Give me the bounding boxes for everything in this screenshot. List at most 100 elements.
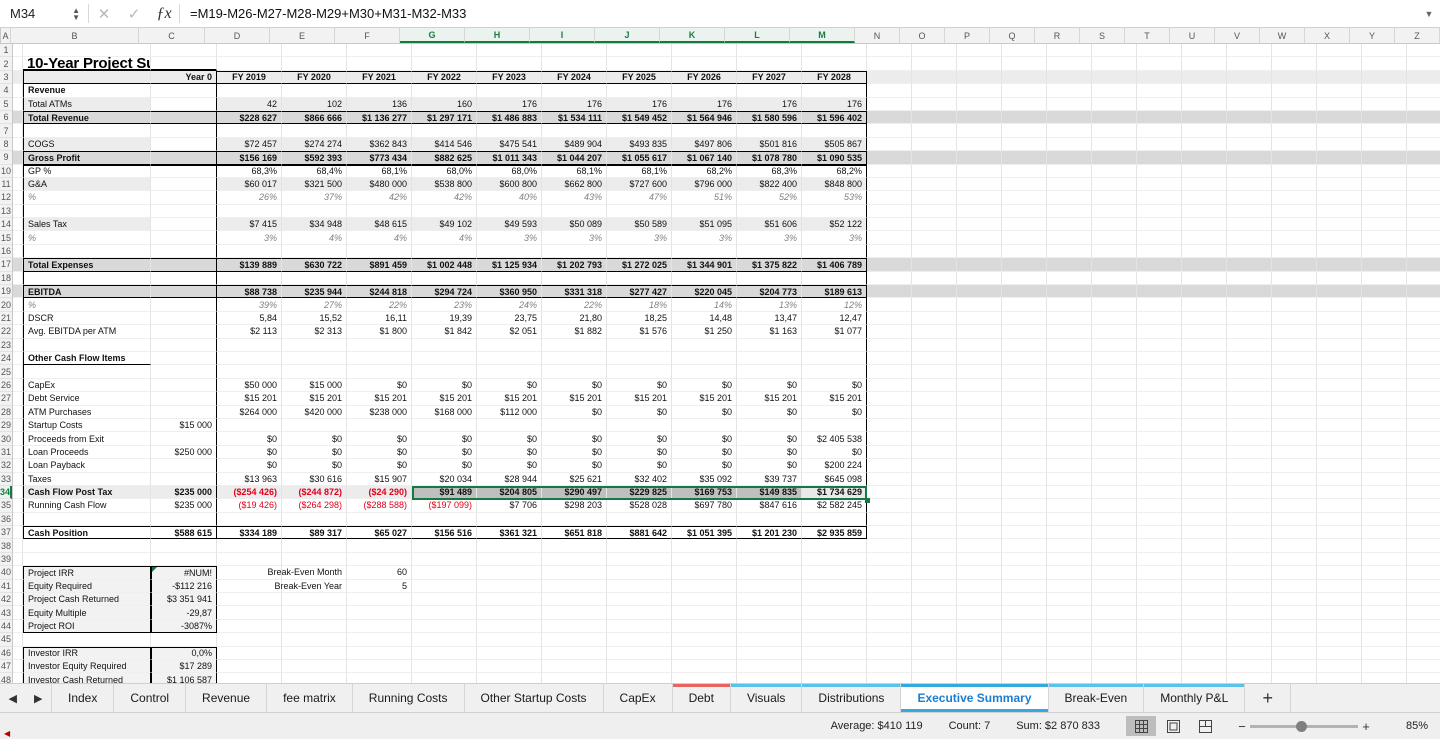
cell-O30[interactable]: [912, 432, 957, 445]
cell-V43[interactable]: [1227, 606, 1272, 619]
cell-C1[interactable]: [151, 44, 217, 57]
cell-N17[interactable]: [867, 258, 912, 271]
cell-X22[interactable]: [1317, 325, 1362, 338]
cell-Z22[interactable]: [1407, 325, 1440, 338]
cell-V4[interactable]: [1227, 84, 1272, 97]
cell-C46[interactable]: 0,0%: [151, 647, 217, 660]
cell-S4[interactable]: [1092, 84, 1137, 97]
cell-G17[interactable]: $1 002 448: [412, 258, 477, 271]
cell-Z27[interactable]: [1407, 392, 1440, 405]
formula-input[interactable]: =M19-M26-M27-M28-M29+M30+M31-M32-M33: [180, 0, 1418, 27]
cell-K39[interactable]: [672, 553, 737, 566]
cell-K9[interactable]: $1 067 140: [672, 151, 737, 164]
cell-D9[interactable]: $156 169: [217, 151, 282, 164]
cell-G37[interactable]: $156 516: [412, 526, 477, 539]
cell-Q19[interactable]: [1002, 285, 1047, 298]
cell-Y9[interactable]: [1362, 151, 1407, 164]
cell-A9[interactable]: [13, 151, 23, 164]
cell-C17[interactable]: [151, 258, 217, 271]
cell-R27[interactable]: [1047, 392, 1092, 405]
cell-B21[interactable]: DSCR: [23, 312, 151, 325]
cell-N35[interactable]: [867, 499, 912, 512]
cell-Q3[interactable]: [1002, 71, 1047, 84]
column-header-h[interactable]: H: [465, 28, 530, 43]
cell-P43[interactable]: [957, 606, 1002, 619]
cell-B37[interactable]: Cash Position: [23, 526, 151, 539]
cell-B15[interactable]: %: [23, 231, 151, 244]
cell-S8[interactable]: [1092, 138, 1137, 151]
page-break-view-button[interactable]: [1190, 716, 1220, 736]
cell-M35[interactable]: $2 582 245: [802, 499, 867, 512]
cell-W31[interactable]: [1272, 446, 1317, 459]
cell-H41[interactable]: [477, 580, 542, 593]
cell-U3[interactable]: [1182, 71, 1227, 84]
cell-Y44[interactable]: [1362, 620, 1407, 633]
cell-T46[interactable]: [1137, 647, 1182, 660]
cell-R48[interactable]: [1047, 673, 1092, 683]
cell-X38[interactable]: [1317, 539, 1362, 552]
cell-I2[interactable]: [542, 57, 607, 70]
cell-O46[interactable]: [912, 647, 957, 660]
grid-cells[interactable]: 10-Year Project SummaryYear 0FY 2019FY 2…: [13, 44, 1440, 683]
cell-U33[interactable]: [1182, 473, 1227, 486]
cell-O25[interactable]: [912, 365, 957, 378]
cell-R32[interactable]: [1047, 459, 1092, 472]
cell-G43[interactable]: [412, 606, 477, 619]
cell-B30[interactable]: Proceeds from Exit: [23, 432, 151, 445]
cell-O16[interactable]: [912, 245, 957, 258]
cell-Z3[interactable]: [1407, 71, 1440, 84]
cell-Y27[interactable]: [1362, 392, 1407, 405]
cell-B32[interactable]: Loan Payback: [23, 459, 151, 472]
cell-N16[interactable]: [867, 245, 912, 258]
selection-fill-handle[interactable]: [865, 498, 870, 503]
cell-J16[interactable]: [607, 245, 672, 258]
cell-V45[interactable]: [1227, 633, 1272, 646]
cell-K12[interactable]: 51%: [672, 191, 737, 204]
cell-C9[interactable]: [151, 151, 217, 164]
cell-F22[interactable]: $1 800: [347, 325, 412, 338]
cell-R16[interactable]: [1047, 245, 1092, 258]
cell-R3[interactable]: [1047, 71, 1092, 84]
row-header-42[interactable]: 42: [0, 593, 12, 606]
cell-H34[interactable]: $204 805: [477, 486, 542, 499]
cell-R37[interactable]: [1047, 526, 1092, 539]
cell-T20[interactable]: [1137, 298, 1182, 311]
cell-U15[interactable]: [1182, 231, 1227, 244]
cell-K37[interactable]: $1 051 395: [672, 526, 737, 539]
cell-M25[interactable]: [802, 365, 867, 378]
cell-A48[interactable]: [13, 673, 23, 683]
cell-P6[interactable]: [957, 111, 1002, 124]
cell-L21[interactable]: 13,47: [737, 312, 802, 325]
cell-D28[interactable]: $264 000: [217, 406, 282, 419]
cell-S17[interactable]: [1092, 258, 1137, 271]
cell-H11[interactable]: $600 800: [477, 178, 542, 191]
cell-W3[interactable]: [1272, 71, 1317, 84]
row-header-16[interactable]: 16: [0, 245, 12, 258]
cell-O37[interactable]: [912, 526, 957, 539]
cell-T1[interactable]: [1137, 44, 1182, 57]
cell-B5[interactable]: Total ATMs: [23, 98, 151, 111]
cell-X40[interactable]: [1317, 566, 1362, 579]
cell-D13[interactable]: [217, 205, 282, 218]
sheet-tab-revenue[interactable]: Revenue: [186, 684, 267, 712]
column-header-w[interactable]: W: [1260, 28, 1305, 43]
cell-W27[interactable]: [1272, 392, 1317, 405]
cell-Q8[interactable]: [1002, 138, 1047, 151]
cell-U22[interactable]: [1182, 325, 1227, 338]
cell-M23[interactable]: [802, 339, 867, 352]
cell-H8[interactable]: $475 541: [477, 138, 542, 151]
cell-O29[interactable]: [912, 419, 957, 432]
cell-Y30[interactable]: [1362, 432, 1407, 445]
cell-U16[interactable]: [1182, 245, 1227, 258]
cell-W4[interactable]: [1272, 84, 1317, 97]
cell-Z16[interactable]: [1407, 245, 1440, 258]
row-header-21[interactable]: 21: [0, 312, 12, 325]
cell-Z41[interactable]: [1407, 580, 1440, 593]
cell-G44[interactable]: [412, 620, 477, 633]
cell-O23[interactable]: [912, 339, 957, 352]
cell-V31[interactable]: [1227, 446, 1272, 459]
cell-X9[interactable]: [1317, 151, 1362, 164]
cell-Q40[interactable]: [1002, 566, 1047, 579]
cell-A27[interactable]: [13, 392, 23, 405]
cell-P44[interactable]: [957, 620, 1002, 633]
